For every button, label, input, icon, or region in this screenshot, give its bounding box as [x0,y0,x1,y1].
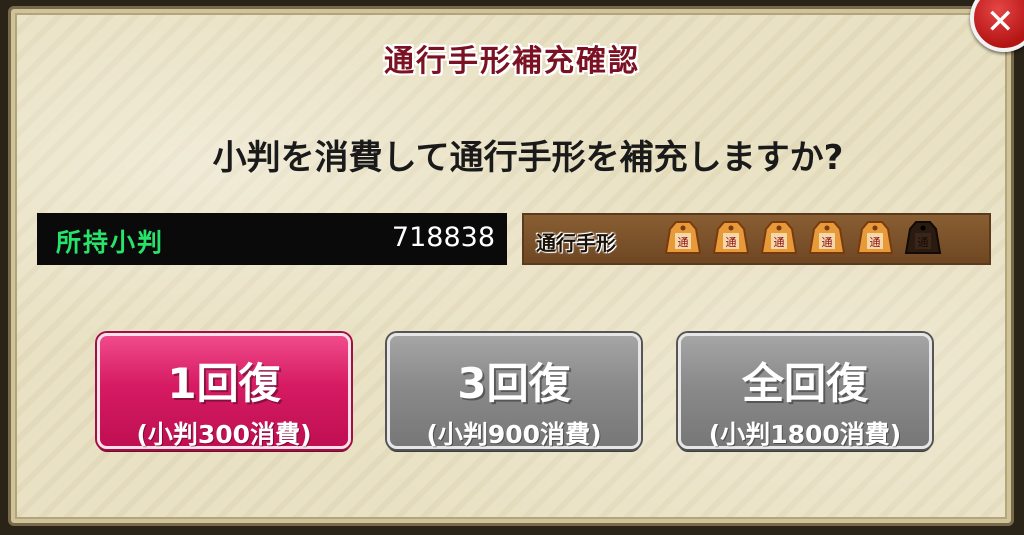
recover-3-label: 3回復 [457,359,571,408]
travel-pass-icons: 通通通通通通 [662,219,944,259]
travel-pass-panel: 通行手形 通 通 通 通 通 通 [522,213,991,265]
recover-3-button[interactable]: 3回復 (小判900消費) [387,333,641,449]
travel-pass-filled-icon: 通 [710,219,752,257]
travel-pass-filled-icon: 通 [806,219,848,257]
recover-all-button[interactable]: 全回復 (小判1800消費) [678,333,932,449]
travel-pass-label: 通行手形 [536,231,616,255]
travel-pass-filled-icon: 通 [758,219,800,257]
travel-pass-glyph: 通 [726,236,737,249]
recover-1-label: 1回復 [167,359,281,408]
koban-balance-panel: 所持小判 718838 [37,213,507,265]
travel-pass-glyph: 通 [678,236,689,249]
recover-all-cost: (小判1800消費) [708,420,902,449]
recover-1-cost: (小判300消費) [136,420,312,449]
travel-pass-filled-icon: 通 [662,219,704,257]
travel-pass-empty-icon: 通 [902,219,944,257]
recover-3-cost: (小判900消費) [426,420,602,449]
recover-1-button[interactable]: 1回復 (小判300消費) [97,333,351,449]
travel-pass-filled-icon: 通 [854,219,896,257]
recover-all-label: 全回復 [741,359,868,408]
dialog-title: 通行手形補充確認 [384,44,640,79]
travel-pass-glyph: 通 [870,236,881,249]
travel-pass-glyph: 通 [774,236,785,249]
travel-pass-glyph: 通 [822,236,833,249]
travel-pass-glyph: 通 [918,236,929,249]
close-icon: ✕ [986,2,1015,42]
koban-balance-label: 所持小判 [56,228,165,257]
koban-balance-value: 718838 [391,222,495,253]
confirmation-question: 小判を消費して通行手形を補充しますか? [212,138,844,178]
refill-pass-dialog: 通行手形補充確認 小判を消費して通行手形を補充しますか? 所持小判 718838… [0,0,1024,535]
